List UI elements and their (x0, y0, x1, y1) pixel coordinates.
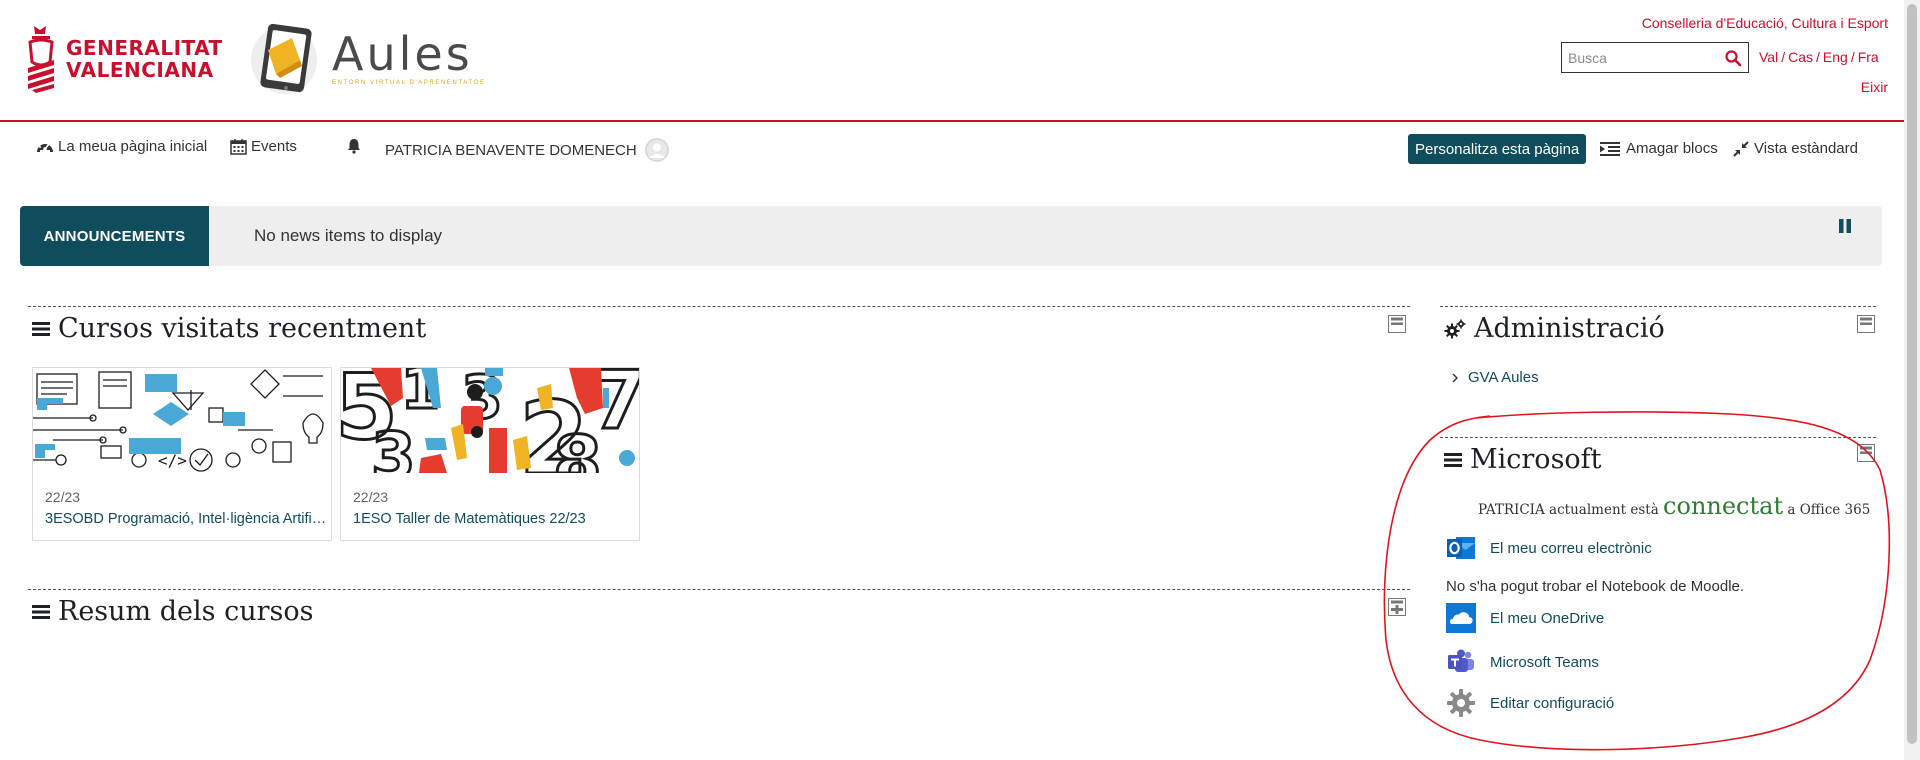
course-year: 22/23 (45, 489, 81, 505)
ms-onedrive-link[interactable]: El meu OneDrive (1446, 603, 1604, 633)
announcements-text: No news items to display (254, 226, 443, 245)
user-menu[interactable]: PATRICIA BENAVENTE DOMENECH (385, 138, 669, 162)
announcements-bar: ANNOUNCEMENTS No news items to display (20, 206, 1882, 266)
announcements-label: ANNOUNCEMENTS (20, 206, 209, 266)
course-overview-block: Resum dels cursos (28, 589, 1410, 649)
logout-link[interactable]: Eixir (1861, 79, 1888, 95)
calendar-icon (230, 139, 247, 155)
o365-status: PATRICIA actualment està connectat a Off… (1478, 492, 1870, 520)
ms-onedrive-label: El meu OneDrive (1490, 609, 1605, 627)
dashboard-icon (37, 141, 53, 152)
gva-logo[interactable]: GENERALITAT VALENCIANA (26, 24, 223, 94)
course-overview-header: Resum dels cursos (32, 596, 313, 627)
gears-icon (1444, 319, 1466, 338)
course-name-link[interactable]: 3ESOBD Programació, Intel·ligència Artif… (45, 511, 327, 527)
teams-icon (1448, 649, 1474, 672)
nav-home[interactable]: La meua pàgina inicial (36, 138, 207, 155)
lang-eng[interactable]: Eng (1823, 49, 1848, 65)
ms-teams-link[interactable]: Microsoft Teams (1446, 647, 1599, 677)
aules-tablet-icon (251, 23, 317, 94)
language-switcher: Val / Cas / Eng / Fra (1759, 49, 1879, 65)
recent-courses-header: Cursos visitats recentment (32, 313, 426, 344)
chevron-right-icon (1452, 373, 1458, 382)
nav-home-label: La meua pàgina inicial (58, 138, 208, 155)
search-icon[interactable] (1724, 49, 1742, 67)
admin-gva-aules-link[interactable]: GVA Aules (1450, 369, 1539, 386)
site-header: GENERALITAT VALENCIANA Aules ENTORN VIRT… (0, 0, 1904, 122)
svg-text:3: 3 (371, 420, 416, 473)
hide-blocks-label: Amagar blocs (1626, 140, 1718, 157)
course-year: 22/23 (353, 489, 389, 505)
standard-view-button[interactable]: Vista estàndard (1733, 140, 1858, 157)
svg-text:8: 8 (553, 421, 602, 473)
user-avatar-icon (645, 138, 669, 162)
scrollbar-thumb[interactable] (1907, 4, 1917, 744)
flowchart-pattern-icon: </> (33, 368, 331, 473)
aules-logo[interactable]: Aules ENTORN VIRTUAL D'APRENENTATGE (250, 20, 486, 96)
course-name-link[interactable]: 1ESO Taller de Matemàtiques 22/23 (353, 511, 635, 527)
recent-courses-title: Cursos visitats recentment (58, 313, 427, 344)
notifications-button[interactable] (347, 138, 365, 154)
hamburger-icon (1444, 452, 1462, 467)
ms-email-link[interactable]: El meu correu electrònic (1446, 533, 1652, 563)
hamburger-icon (32, 604, 50, 619)
gva-name: GENERALITAT VALENCIANA (66, 37, 223, 81)
compress-icon (1733, 140, 1749, 157)
ms-email-label: El meu correu electrònic (1490, 539, 1652, 557)
gva-emblem-icon (28, 26, 54, 93)
user-name: PATRICIA BENAVENTE DOMENECH (385, 141, 637, 159)
lang-fra[interactable]: Fra (1858, 49, 1879, 65)
admin-link-label: GVA Aules (1468, 369, 1539, 386)
ms-settings-label: Editar configuració (1490, 694, 1615, 712)
course-image[interactable]: </> (33, 368, 331, 473)
collapse-minus-icon[interactable] (1857, 315, 1875, 333)
course-card[interactable]: </> 22/23 3ESOBD Programació, Intel·ligè… (32, 367, 332, 541)
collapse-minus-icon[interactable] (1857, 444, 1875, 462)
o365-connected-word: connectat (1663, 492, 1784, 520)
conselleria-link[interactable]: Conselleria d'Educació, Cultura i Esport (1642, 15, 1888, 31)
microsoft-title: Microsoft (1470, 444, 1602, 475)
aules-subtitle: ENTORN VIRTUAL D'APRENENTATGE (332, 80, 486, 86)
administration-header: Administració (1444, 313, 1665, 344)
o365-status-suffix: a Office 365 (1787, 502, 1871, 518)
gear-icon (1447, 689, 1475, 717)
ms-settings-link[interactable]: Editar configuració (1446, 688, 1614, 718)
course-card[interactable]: 5 1 3 2 7 3 8 22/23 1ESO Taller de Matem… (340, 367, 640, 541)
nav-events[interactable]: Events (230, 138, 297, 155)
indent-icon (1600, 141, 1620, 156)
nav-events-label: Events (251, 138, 297, 155)
bell-icon (348, 139, 360, 154)
notebook-not-found-note: No s'ha pogut trobar el Notebook de Mood… (1446, 578, 1745, 595)
numbers-pattern-icon: 5 1 3 2 7 3 8 (341, 368, 639, 473)
onedrive-icon (1446, 603, 1476, 633)
microsoft-header: Microsoft (1444, 444, 1602, 475)
aules-title: Aules (332, 27, 473, 81)
customise-page-button[interactable]: Personalitza esta pàgina (1408, 134, 1587, 164)
gva-line-1: GENERALITAT (66, 36, 223, 60)
avatar (644, 138, 669, 162)
gva-line-2: VALENCIANA (66, 58, 214, 82)
search-box[interactable] (1561, 42, 1749, 73)
hamburger-icon (32, 321, 50, 336)
outlook-icon (1447, 537, 1475, 559)
administration-title: Administració (1474, 313, 1665, 344)
lang-cas[interactable]: Cas (1788, 49, 1813, 65)
search-input[interactable] (1568, 49, 1724, 66)
o365-status-prefix: PATRICIA actualment està (1478, 502, 1659, 518)
course-image[interactable]: 5 1 3 2 7 3 8 (341, 368, 639, 473)
course-overview-title: Resum dels cursos (58, 596, 314, 627)
ms-teams-label: Microsoft Teams (1490, 653, 1599, 671)
lang-val[interactable]: Val (1759, 49, 1778, 65)
pause-icon[interactable] (1838, 219, 1852, 233)
page-scrollbar[interactable] (1904, 0, 1920, 760)
hide-blocks-button[interactable]: Amagar blocs (1600, 140, 1718, 157)
expand-plus-icon[interactable] (1388, 598, 1406, 616)
administration-block: Administració (1440, 306, 1876, 406)
collapse-minus-icon[interactable] (1388, 315, 1406, 333)
standard-view-label: Vista estàndard (1754, 140, 1858, 157)
